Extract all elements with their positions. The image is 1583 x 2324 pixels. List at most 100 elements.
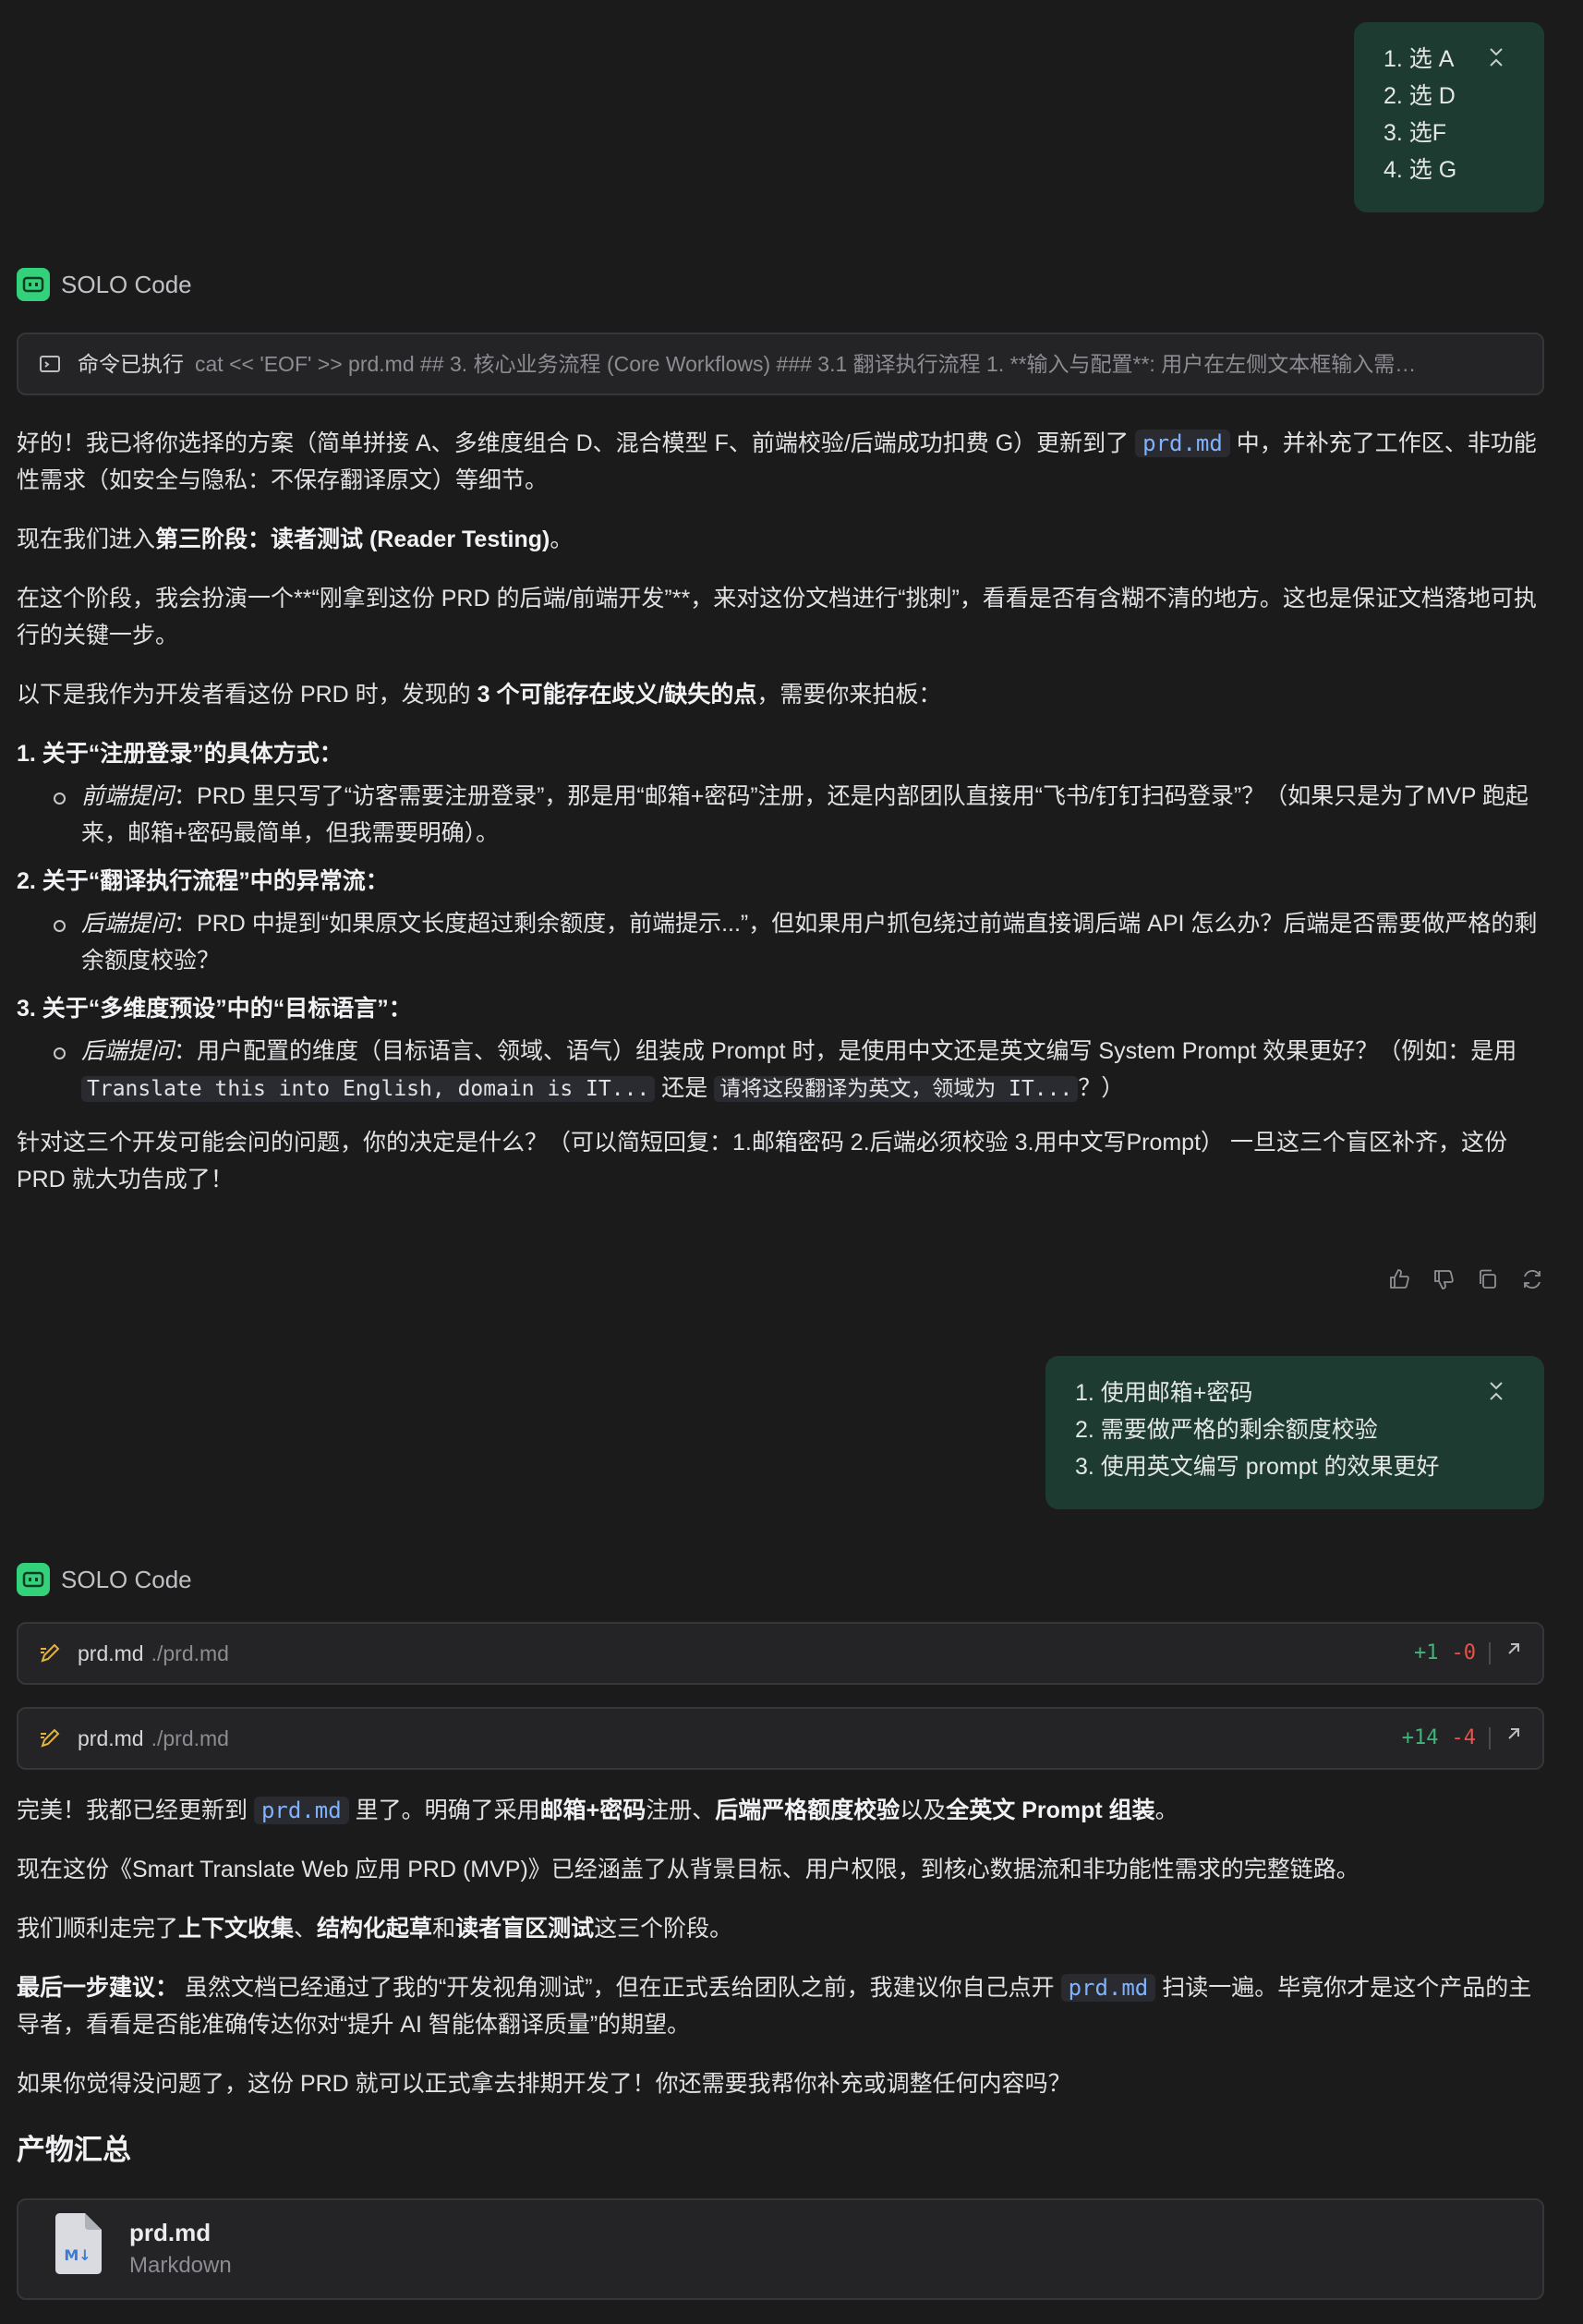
bold-text: 上下文收集	[178, 1916, 295, 1942]
text: 好的！我已将你选择的方案（简单拼接 A、多维度组合 D、混合模型 F、前端校验/…	[17, 430, 1136, 456]
file-code: prd.md	[1060, 1974, 1156, 2002]
text: ：PRD 中提到“如果原文长度超过剩余额度，前端提示...”，但如果用户抓包绕过…	[81, 911, 1538, 974]
copy-icon[interactable]	[1476, 1265, 1500, 1289]
thumbs-down-icon[interactable]	[1432, 1265, 1456, 1289]
command-card[interactable]: 命令已执行 cat << 'EOF' >> prd.md ## 3. 核心业务流…	[17, 333, 1544, 395]
markdown-badge: M↓	[64, 2246, 91, 2264]
list-item: 后端提问：用户配置的维度（目标语言、领域、语气）组装成 Prompt 时，是使用…	[17, 1033, 1546, 1108]
artifact-name: prd.md	[129, 2219, 211, 2246]
file-name: prd.md	[78, 1641, 144, 1665]
bold-text: 3 个可能存在歧义/缺失的点	[477, 682, 757, 708]
user-message-1: 1. 选 A 2. 选 D 3. 选F 4. 选 G	[1354, 22, 1544, 212]
text: 以下是我作为开发者看这份 PRD 时，发现的	[17, 682, 477, 708]
agent-name: SOLO Code	[61, 1566, 192, 1593]
italic-label: 后端提问	[81, 911, 175, 937]
list-item: 前端提问：PRD 里只写了“访客需要注册登录”，那是用“邮箱+密码”注册，还是内…	[17, 778, 1546, 852]
text: 注册、	[646, 1797, 716, 1823]
question-title: 1. 关于“注册登录”的具体方式：	[17, 735, 1546, 772]
italic-label: 后端提问	[81, 1038, 175, 1064]
file-name: prd.md	[78, 1726, 144, 1750]
agent-name: SOLO Code	[61, 271, 192, 298]
assistant-reply-2: 完美！我都已经更新到 prd.md 里了。明确了采用邮箱+密码注册、后端严格额度…	[17, 1792, 1546, 2124]
file-edit-card[interactable]: prd.md ./prd.md +1 -0	[17, 1622, 1544, 1685]
open-external-icon[interactable]	[1504, 1720, 1524, 1757]
divider	[1489, 1727, 1491, 1749]
solo-code-logo-icon	[17, 1563, 50, 1596]
paragraph: 现在这份《Smart Translate Web 应用 PRD (MVP)》已经…	[17, 1857, 1359, 1882]
text: 虽然文档已经通过了我的“开发视角测试”，但在正式丢给团队之前，我建议你自己点开	[178, 1975, 1061, 2001]
text: 这三个阶段。	[594, 1916, 733, 1942]
bold-text: 结构化起草	[317, 1916, 433, 1942]
text: 、	[294, 1916, 318, 1942]
text: ：用户配置的维度（目标语言、领域、语气）组装成 Prompt 时，是使用中文还是…	[174, 1038, 1517, 1064]
paragraph: 以下是我作为开发者看这份 PRD 时，发现的 3 个可能存在歧义/缺失的点，需要…	[17, 676, 1546, 713]
text: ，需要你来拍板：	[756, 682, 942, 708]
text: 。	[550, 527, 574, 552]
markdown-file-icon: M↓	[52, 2212, 103, 2286]
artifact-info: prd.md Markdown	[129, 2216, 232, 2282]
command-label: 命令已执行	[78, 352, 184, 376]
divider	[1489, 1642, 1491, 1664]
artifact-type: Markdown	[129, 2253, 232, 2278]
refresh-icon[interactable]	[1520, 1265, 1544, 1289]
text: 现在我们进入	[17, 527, 156, 552]
user-message-list: 1. 使用邮箱+密码 2. 需要做严格的剩余额度校验 3. 使用英文编写 pro…	[1075, 1374, 1515, 1485]
diff-stats: +1 -0	[1414, 1635, 1524, 1672]
list-item: 4. 选 G	[1384, 157, 1457, 183]
text: ：PRD 里只写了“访客需要注册登录”，那是用“邮箱+密码”注册，还是内部团队直…	[81, 783, 1529, 846]
question-title: 2. 关于“翻译执行流程”中的异常流：	[17, 863, 1546, 900]
inline-code: Translate this into English, domain is I…	[81, 1076, 656, 1102]
command-text: cat << 'EOF' >> prd.md ## 3. 核心业务流程 (Cor…	[195, 352, 1417, 376]
paragraph: 在这个阶段，我会扮演一个**“刚拿到这份 PRD 的后端/前端开发”**，来对这…	[17, 586, 1537, 648]
artifact-card[interactable]: M↓ prd.md Markdown	[17, 2198, 1544, 2300]
bold-text: 后端严格额度校验	[715, 1797, 900, 1823]
agent-header: SOLO Code	[17, 1561, 192, 1598]
bold-text: 第三阶段：读者测试 (Reader Testing)	[155, 527, 550, 552]
user-message-2: 1. 使用邮箱+密码 2. 需要做严格的剩余额度校验 3. 使用英文编写 pro…	[1045, 1356, 1544, 1509]
diff-removed: -4	[1451, 1726, 1477, 1749]
text: ？）	[1078, 1075, 1125, 1101]
edit-icon	[37, 1725, 63, 1751]
bold-text: 邮箱+密码	[539, 1797, 646, 1823]
terminal-icon	[37, 351, 63, 377]
file-code: prd.md	[253, 1797, 349, 1824]
bold-text: 3. 关于“多维度预设”中的“目标语言”：	[17, 996, 412, 1022]
paragraph: 最后一步建议： 虽然文档已经通过了我的“开发视角测试”，但在正式丢给团队之前，我…	[17, 1969, 1546, 2043]
text: 里了。明确了采用	[348, 1797, 540, 1823]
paragraph: 好的！我已将你选择的方案（简单拼接 A、多维度组合 D、混合模型 F、前端校验/…	[17, 425, 1546, 499]
message-actions	[1387, 1265, 1544, 1289]
list-item: 3. 使用英文编写 prompt 的效果更好	[1075, 1454, 1440, 1480]
text: 。	[1154, 1797, 1178, 1823]
list-item: 3. 选F	[1384, 120, 1447, 146]
collapse-icon[interactable]	[1487, 42, 1505, 67]
paragraph: 我们顺利走完了上下文收集、结构化起草和读者盲区测试这三个阶段。	[17, 1910, 1546, 1947]
text: 和	[432, 1916, 456, 1942]
list-item: 2. 需要做严格的剩余额度校验	[1075, 1417, 1378, 1443]
thumbs-up-icon[interactable]	[1387, 1265, 1411, 1289]
text: 我们顺利走完了	[17, 1916, 179, 1942]
bold-text: 2. 关于“翻译执行流程”中的异常流：	[17, 868, 389, 894]
artifacts-heading: 产物汇总	[17, 2134, 131, 2166]
collapse-icon[interactable]	[1487, 1376, 1505, 1400]
agent-header: SOLO Code	[17, 266, 192, 303]
file-edit-card[interactable]: prd.md ./prd.md +14 -4	[17, 1707, 1544, 1770]
text: 完美！我都已经更新到	[17, 1797, 254, 1823]
bold-text: 全英文 Prompt 组装	[946, 1797, 1155, 1823]
paragraph: 完美！我都已经更新到 prd.md 里了。明确了采用邮箱+密码注册、后端严格额度…	[17, 1792, 1546, 1829]
diff-added: +1	[1414, 1641, 1439, 1664]
text: 还是	[655, 1075, 715, 1101]
edit-icon	[37, 1640, 63, 1666]
bold-text: 1. 关于“注册登录”的具体方式：	[17, 741, 343, 767]
list-item: 后端提问：PRD 中提到“如果原文长度超过剩余额度，前端提示...”，但如果用户…	[17, 905, 1546, 979]
solo-code-logo-icon	[17, 268, 50, 301]
bold-text: 读者盲区测试	[455, 1916, 595, 1942]
diff-removed: -0	[1451, 1641, 1477, 1664]
italic-label: 前端提问	[81, 783, 175, 809]
inline-code: 请将这段翻译为英文，领域为 IT...	[714, 1076, 1079, 1102]
question-title: 3. 关于“多维度预设”中的“目标语言”：	[17, 990, 1546, 1027]
assistant-reply-1: 好的！我已将你选择的方案（简单拼接 A、多维度组合 D、混合模型 F、前端校验/…	[17, 425, 1546, 1220]
paragraph: 针对这三个开发可能会问的问题，你的决定是什么？（可以简短回复：1.邮箱密码 2.…	[17, 1130, 1507, 1192]
open-external-icon[interactable]	[1504, 1635, 1524, 1672]
diff-stats: +14 -4	[1402, 1720, 1524, 1757]
text: 以及	[900, 1797, 947, 1823]
